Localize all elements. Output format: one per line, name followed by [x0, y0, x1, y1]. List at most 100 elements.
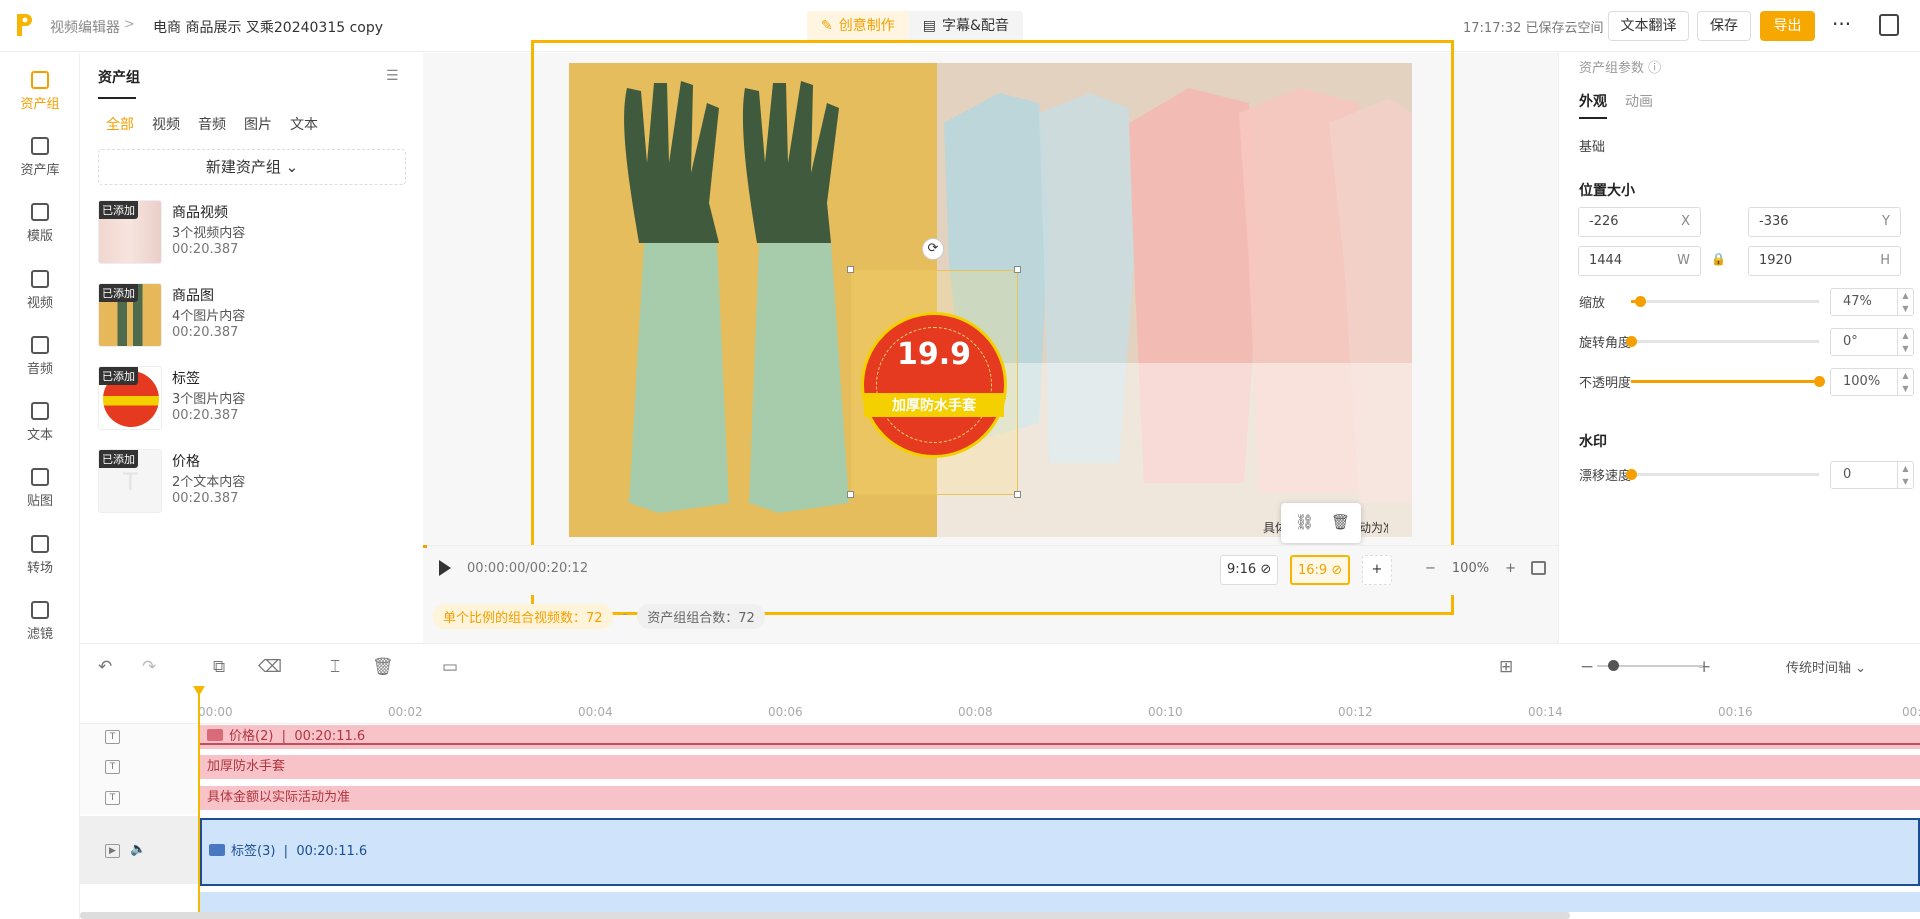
- h-value: 1920: [1759, 253, 1793, 268]
- eraser-icon[interactable]: ⌫: [258, 657, 282, 677]
- unlink-icon: ⊘: [1331, 563, 1343, 578]
- y-input[interactable]: -336 Y: [1748, 207, 1901, 237]
- ratio-9-16[interactable]: 9:16 ⊘: [1220, 555, 1279, 585]
- track-text-clip[interactable]: 具体金额以实际活动为准: [200, 786, 1920, 810]
- resize-handle[interactable]: [1014, 266, 1021, 273]
- playhead[interactable]: [198, 686, 200, 919]
- timecode: 00:00:00/00:20:12: [467, 561, 589, 576]
- add-ratio-button[interactable]: +: [1362, 555, 1392, 585]
- fit-timeline-icon[interactable]: ⊞: [1499, 657, 1513, 677]
- added-badge: 已添加: [99, 450, 138, 468]
- lock-icon[interactable]: 🔒: [1711, 252, 1726, 266]
- track-text-clip[interactable]: 加厚防水手套: [200, 755, 1920, 779]
- unlink-icon[interactable]: ⛓: [1295, 513, 1314, 531]
- nav-asset-group[interactable]: 资产组: [0, 71, 80, 112]
- position-size-heading: 位置大小: [1579, 183, 1635, 199]
- asset-item[interactable]: 已添加 标签 3个图片内容 00:20.387: [98, 366, 408, 436]
- scale-slider[interactable]: [1631, 296, 1819, 307]
- copy-icon[interactable]: ⧉: [213, 657, 225, 677]
- collapse-panel-icon[interactable]: ☰: [386, 68, 399, 84]
- stepper-icon[interactable]: ▲ ▼: [1897, 462, 1913, 488]
- tab-subtitle-dubbing[interactable]: ▤ 字幕&配音: [909, 11, 1023, 41]
- asset-filters: 全部 视频 音频 图片 文本: [106, 114, 318, 134]
- filter-video[interactable]: 视频: [152, 114, 180, 134]
- asset-item[interactable]: 已添加 商品视频 3个视频内容 00:20.387: [98, 200, 408, 270]
- asset-thumbnail: 已添加: [98, 283, 162, 347]
- w-input[interactable]: 1444 W: [1578, 246, 1701, 276]
- tab-animation[interactable]: 动画: [1625, 91, 1653, 111]
- filter-image[interactable]: 图片: [244, 114, 272, 134]
- asset-item[interactable]: T 已添加 价格 2个文本内容 00:20.387: [98, 449, 408, 519]
- drift-input[interactable]: 0 ▲ ▼: [1830, 461, 1914, 489]
- playhead-marker[interactable]: [193, 686, 205, 696]
- asset-duration: 00:20.387: [172, 325, 239, 340]
- filter-text[interactable]: 文本: [290, 114, 318, 134]
- nav-asset-library[interactable]: 资产库: [0, 137, 80, 178]
- nav-template[interactable]: 模版: [0, 203, 80, 244]
- horizontal-scrollbar[interactable]: [80, 912, 1570, 919]
- timeline-mode-dropdown[interactable]: 传统时间轴 ⌄: [1786, 657, 1866, 676]
- zoom-out-icon[interactable]: −: [1580, 657, 1594, 677]
- stepper-icon[interactable]: ▲ ▼: [1897, 289, 1913, 315]
- opacity-input[interactable]: 100% ▲ ▼: [1830, 368, 1914, 396]
- nav-transition[interactable]: 转场: [0, 535, 80, 576]
- save-button[interactable]: 保存: [1697, 11, 1751, 41]
- opacity-slider[interactable]: [1631, 376, 1825, 387]
- clip-duration: 00:20:11.6: [296, 844, 368, 859]
- more-icon[interactable]: ···: [1832, 12, 1851, 36]
- translate-button[interactable]: 文本翻译: [1608, 11, 1689, 41]
- undo-icon[interactable]: ↶: [98, 657, 112, 677]
- nav-label: 资产库: [20, 163, 60, 178]
- new-group-button[interactable]: 新建资产组 ⌄: [98, 149, 406, 185]
- clipboard-check-icon[interactable]: [1879, 14, 1899, 36]
- scale-input[interactable]: 47% ▲ ▼: [1830, 288, 1914, 316]
- nav-text[interactable]: 文本: [0, 402, 80, 443]
- resize-handle[interactable]: [847, 491, 854, 498]
- ratio-16-9[interactable]: 16:9 ⊘: [1290, 555, 1351, 585]
- stepper-icon[interactable]: ▲ ▼: [1897, 329, 1913, 355]
- export-button[interactable]: 导出: [1760, 11, 1815, 41]
- folder-icon[interactable]: ▭: [442, 657, 458, 677]
- zoom-out-button[interactable]: −: [1425, 561, 1436, 576]
- subtitle-icon: ▤: [922, 18, 936, 34]
- split-icon[interactable]: ⌶: [330, 657, 340, 677]
- nav-sticker[interactable]: 贴图: [0, 468, 80, 509]
- tab-creative[interactable]: ✎ 创意制作: [807, 11, 909, 41]
- x-input[interactable]: -226 X: [1578, 207, 1701, 237]
- redo-icon[interactable]: ↷: [142, 657, 156, 677]
- track-next[interactable]: [200, 892, 1920, 912]
- track-price-group[interactable]: 价格(2) | 00:20:11.6: [200, 725, 1920, 749]
- rotate-slider[interactable]: [1626, 336, 1819, 347]
- resize-handle[interactable]: [847, 266, 854, 273]
- filter-all[interactable]: 全部: [106, 114, 134, 134]
- stepper-icon[interactable]: ▲ ▼: [1897, 369, 1913, 395]
- rotate-input[interactable]: 0° ▲ ▼: [1830, 328, 1914, 356]
- track-label-group[interactable]: 标签(3) | 00:20:11.6: [200, 818, 1920, 886]
- delete-icon[interactable]: 🗑: [372, 657, 394, 677]
- play-icon[interactable]: [439, 560, 451, 576]
- filter-audio[interactable]: 音频: [198, 114, 226, 134]
- added-badge: 已添加: [99, 367, 138, 385]
- trash-icon[interactable]: 🗑: [1331, 513, 1350, 531]
- rotate-handle-icon[interactable]: ⟳: [922, 238, 944, 260]
- fullscreen-icon[interactable]: [1531, 561, 1546, 575]
- help-icon[interactable]: ⓘ: [1648, 61, 1661, 76]
- zoom-in-icon[interactable]: +: [1697, 657, 1711, 677]
- h-input[interactable]: 1920 H: [1748, 246, 1901, 276]
- drift-slider[interactable]: [1626, 469, 1819, 480]
- rotate-value: 0°: [1843, 334, 1858, 349]
- timeline-zoom-knob[interactable]: [1608, 660, 1619, 671]
- tab-appearance[interactable]: 外观: [1579, 91, 1607, 111]
- filter-icon: [31, 601, 49, 619]
- nav-filter[interactable]: 滤镜: [0, 601, 80, 642]
- nav-video[interactable]: 视频: [0, 270, 80, 311]
- resize-handle[interactable]: [1014, 491, 1021, 498]
- asset-item[interactable]: 已添加 商品图 4个图片内容 00:20.387: [98, 283, 408, 353]
- timeline-ruler[interactable]: 00:00 00:02 00:04 00:06 00:08 00:10 00:1…: [80, 688, 1920, 724]
- nav-audio[interactable]: 音频: [0, 336, 80, 377]
- breadcrumb-app[interactable]: 视频编辑器: [50, 17, 120, 37]
- opacity-label: 不透明度: [1579, 376, 1632, 391]
- zoom-in-button[interactable]: +: [1505, 561, 1516, 576]
- audio-mute-icon[interactable]: 🔈: [130, 842, 146, 857]
- asset-thumbnail: 已添加: [98, 366, 162, 430]
